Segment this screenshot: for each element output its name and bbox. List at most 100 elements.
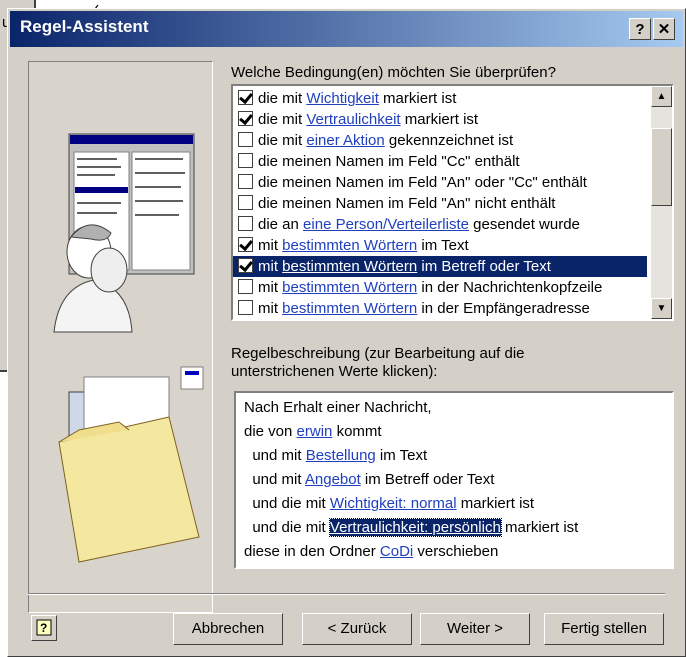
condition-text: mit bestimmten Wörtern im Betreff oder T… [258, 256, 551, 277]
description-text-after: verschieben [413, 543, 499, 560]
condition-text-after: im Betreff oder Text [417, 258, 551, 275]
condition-link[interactable]: eine Person/Verteilerliste [303, 216, 469, 233]
condition-row[interactable]: die meinen Namen im Feld "An" nicht enth… [233, 193, 647, 214]
condition-checkbox[interactable] [238, 300, 253, 315]
description-text-before: und mit [244, 447, 306, 464]
condition-checkbox[interactable] [238, 216, 253, 231]
condition-link[interactable]: bestimmten Wörtern [282, 279, 417, 296]
condition-link[interactable]: bestimmten Wörtern [282, 237, 417, 254]
condition-checkbox[interactable] [238, 111, 253, 126]
condition-row[interactable]: mit bestimmten Wörtern in der Nachrichte… [233, 277, 647, 298]
condition-text-after: markiert ist [378, 90, 457, 107]
condition-text-before: die meinen Namen im Feld "Cc" enthält [258, 153, 520, 170]
help-title-button[interactable]: ? [629, 18, 651, 40]
finish-button[interactable]: Fertig stellen [544, 613, 664, 645]
condition-checkbox[interactable] [238, 153, 253, 168]
description-line: die von erwin kommt [244, 423, 382, 440]
description-heading-line1: Regelbeschreibung (zur Bearbeitung auf d… [231, 345, 525, 362]
condition-text: die meinen Namen im Feld "An" oder "Cc" … [258, 172, 587, 193]
description-text-before: und die mit [244, 519, 330, 536]
condition-row[interactable]: die mit Vertraulichkeit markiert ist [233, 109, 647, 130]
condition-text-after: gesendet wurde [468, 216, 580, 233]
condition-text: die meinen Namen im Feld "Cc" enthält [258, 151, 520, 172]
conditions-listbox[interactable]: ▲ ▼ die mit Wichtigkeit markiert ist die … [231, 84, 674, 321]
rules-wizard-dialog: Regel-Assistent ? ✕ Welche Bedingung(en)… [7, 8, 686, 657]
description-text-before: diese in den Ordner [244, 543, 380, 560]
description-line: diese in den Ordner CoDi verschieben [244, 543, 498, 560]
conditions-heading: Welche Bedingung(en) möchten Sie überprü… [231, 64, 556, 81]
description-text-before: Nach Erhalt einer Nachricht, [244, 399, 432, 416]
condition-row[interactable]: die an eine Person/Verteilerliste gesend… [233, 214, 647, 235]
condition-link[interactable]: bestimmten Wörtern [282, 258, 417, 275]
scroll-down-icon[interactable]: ▼ [651, 298, 672, 319]
condition-checkbox[interactable] [238, 237, 253, 252]
description-text-after: kommt [332, 423, 382, 440]
description-line: und die mit Wichtigkeit: normal markiert… [244, 495, 534, 512]
condition-text: die mit Wichtigkeit markiert ist [258, 88, 456, 109]
scroll-thumb[interactable] [651, 128, 672, 206]
description-text-before: und mit [244, 471, 305, 488]
description-line: Nach Erhalt einer Nachricht, [244, 399, 432, 416]
condition-row[interactable]: mit bestimmten Wörtern im Betreff oder T… [233, 256, 647, 277]
next-button[interactable]: Weiter > [420, 613, 530, 645]
condition-row[interactable]: die mit einer Aktion gekennzeichnet ist [233, 130, 647, 151]
description-text-after: markiert ist [500, 519, 579, 536]
condition-text-before: mit [258, 237, 283, 254]
back-button[interactable]: < Zurück [302, 613, 412, 645]
scroll-up-icon[interactable]: ▲ [651, 86, 672, 107]
description-link[interactable]: Bestellung [306, 447, 376, 464]
condition-link[interactable]: Wichtigkeit [306, 90, 379, 107]
close-button[interactable]: ✕ [653, 18, 675, 40]
condition-row[interactable]: mit bestimmten Wörtern im Text [233, 235, 647, 256]
condition-checkbox[interactable] [238, 258, 253, 273]
dialog-title: Regel-Assistent [20, 17, 149, 36]
condition-link[interactable]: bestimmten Wörtern [282, 300, 417, 317]
condition-text-before: die mit [258, 111, 307, 128]
condition-text-before: mit [258, 258, 283, 275]
condition-text-before: die meinen Namen im Feld "An" oder "Cc" … [258, 174, 587, 191]
title-bar: Regel-Assistent ? ✕ [10, 11, 683, 47]
condition-text: mit bestimmten Wörtern im Text [258, 235, 469, 256]
description-line: und mit Bestellung im Text [244, 447, 427, 464]
illustration-image [53, 133, 204, 563]
condition-row[interactable]: mit bestimmten Wörtern in der Empfängera… [233, 298, 647, 319]
description-text-after: markiert ist [456, 495, 535, 512]
condition-text: die mit einer Aktion gekennzeichnet ist [258, 130, 513, 151]
condition-text-before: mit [258, 300, 283, 317]
condition-checkbox[interactable] [238, 90, 253, 105]
cancel-button[interactable]: Abbrechen [173, 613, 283, 645]
description-line: und die mit Vertraulichkeit: persönlich … [244, 518, 579, 537]
description-text-before: und die mit [244, 495, 330, 512]
condition-text-before: die an [258, 216, 304, 233]
condition-text-before: die meinen Namen im Feld "An" nicht enth… [258, 195, 556, 212]
condition-link[interactable]: einer Aktion [306, 132, 384, 149]
condition-text-before: mit [258, 279, 283, 296]
condition-row[interactable]: die meinen Namen im Feld "An" oder "Cc" … [233, 172, 647, 193]
help-button[interactable]: ? [31, 615, 57, 641]
description-link[interactable]: CoDi [380, 543, 413, 560]
description-link[interactable]: Angebot [305, 471, 361, 488]
description-text-before: die von [244, 423, 297, 440]
condition-row[interactable]: die mit Wichtigkeit markiert ist [233, 88, 647, 109]
description-link[interactable]: Vertraulichkeit: persönlich [328, 518, 502, 537]
condition-text: mit bestimmten Wörtern in der Nachrichte… [258, 277, 602, 298]
condition-text: die meinen Namen im Feld "An" nicht enth… [258, 193, 555, 214]
condition-checkbox[interactable] [238, 132, 253, 147]
condition-row[interactable]: die meinen Namen im Feld "Cc" enthält [233, 151, 647, 172]
conditions-scrollbar[interactable]: ▲ ▼ [651, 86, 672, 319]
condition-text-after: markiert ist [400, 111, 479, 128]
condition-text-before: die mit [258, 90, 307, 107]
condition-link[interactable]: Vertraulichkeit [306, 111, 400, 128]
description-heading-line2: unterstrichenen Werte klicken): [231, 363, 438, 380]
condition-checkbox[interactable] [238, 174, 253, 189]
description-link[interactable]: Wichtigkeit: normal [330, 495, 457, 512]
separator [28, 593, 665, 595]
condition-checkbox[interactable] [238, 195, 253, 210]
condition-text: die mit Vertraulichkeit markiert ist [258, 109, 478, 130]
description-link[interactable]: erwin [297, 423, 333, 440]
condition-checkbox[interactable] [238, 279, 253, 294]
condition-text-after: in der Nachrichtenkopfzeile [417, 279, 603, 296]
condition-text-after: gekennzeichnet ist [384, 132, 514, 149]
svg-text:?: ? [40, 621, 47, 635]
rule-description-box: Nach Erhalt einer Nachricht, die von erwi… [234, 391, 674, 569]
